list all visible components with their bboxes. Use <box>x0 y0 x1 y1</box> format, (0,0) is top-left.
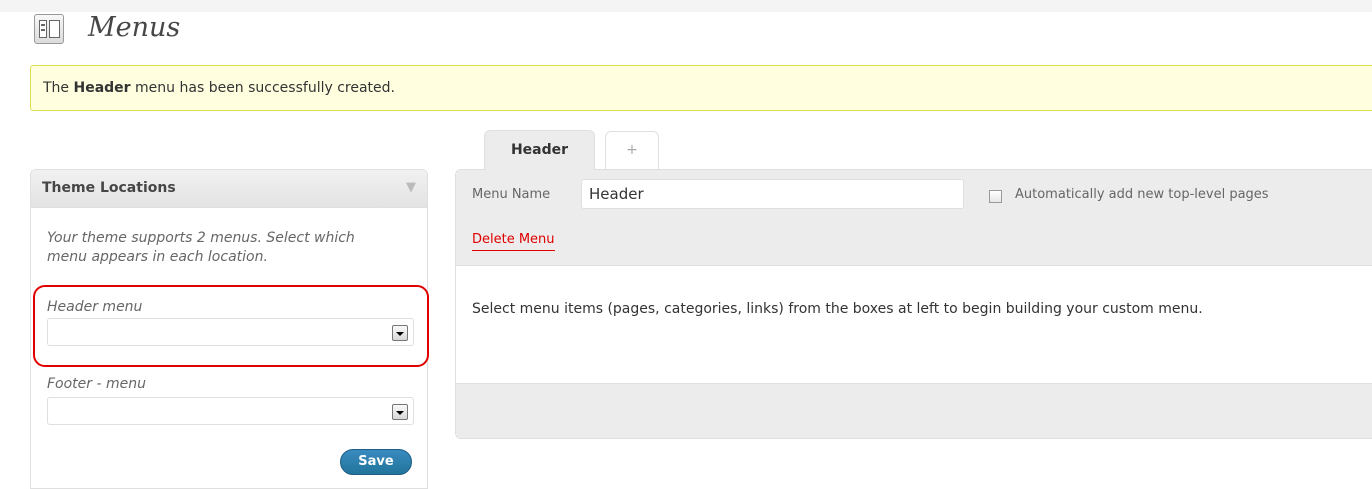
auto-add-pages-label: Automatically add new top-level pages <box>1015 187 1269 202</box>
auto-add-pages-checkbox[interactable] <box>989 190 1002 203</box>
menus-icon <box>34 14 64 44</box>
notice-menu-name: Header <box>73 80 131 96</box>
tab-add-menu[interactable]: + <box>605 131 659 169</box>
menu-edit-header: Menu Name Header Automatically add new t… <box>456 170 1372 266</box>
menu-edit-panel: Menu Name Header Automatically add new t… <box>455 169 1372 439</box>
top-bar <box>0 0 1372 12</box>
header-menu-label: Header menu <box>47 299 143 315</box>
footer-menu-label: Footer - menu <box>47 376 146 392</box>
delete-menu-link[interactable]: Delete Menu <box>472 232 555 251</box>
success-notice: The Header menu has been successfully cr… <box>30 65 1372 111</box>
theme-locations-description: Your theme supports 2 menus. Select whic… <box>47 230 355 265</box>
header-menu-select[interactable] <box>47 318 414 346</box>
menu-edit-footer <box>456 383 1372 438</box>
collapse-arrow-icon[interactable]: ▼ <box>406 180 416 195</box>
menu-name-input[interactable]: Header <box>581 179 964 209</box>
menu-name-label: Menu Name <box>472 187 551 202</box>
theme-locations-header[interactable]: Theme Locations ▼ <box>31 170 427 208</box>
dropdown-arrow-icon[interactable] <box>392 404 408 420</box>
theme-locations-title: Theme Locations <box>42 180 176 196</box>
notice-suffix: menu has been successfully created. <box>130 80 395 96</box>
footer-menu-select[interactable] <box>47 397 414 425</box>
page-title: Menus <box>88 12 181 43</box>
save-button[interactable]: Save <box>340 449 412 475</box>
tab-header[interactable]: Header <box>484 130 595 170</box>
dropdown-arrow-icon[interactable] <box>392 325 408 341</box>
menu-instructions: Select menu items (pages, categories, li… <box>472 301 1203 317</box>
theme-locations-box: Theme Locations ▼ Your theme supports 2 … <box>30 169 429 489</box>
notice-prefix: The <box>43 80 74 96</box>
